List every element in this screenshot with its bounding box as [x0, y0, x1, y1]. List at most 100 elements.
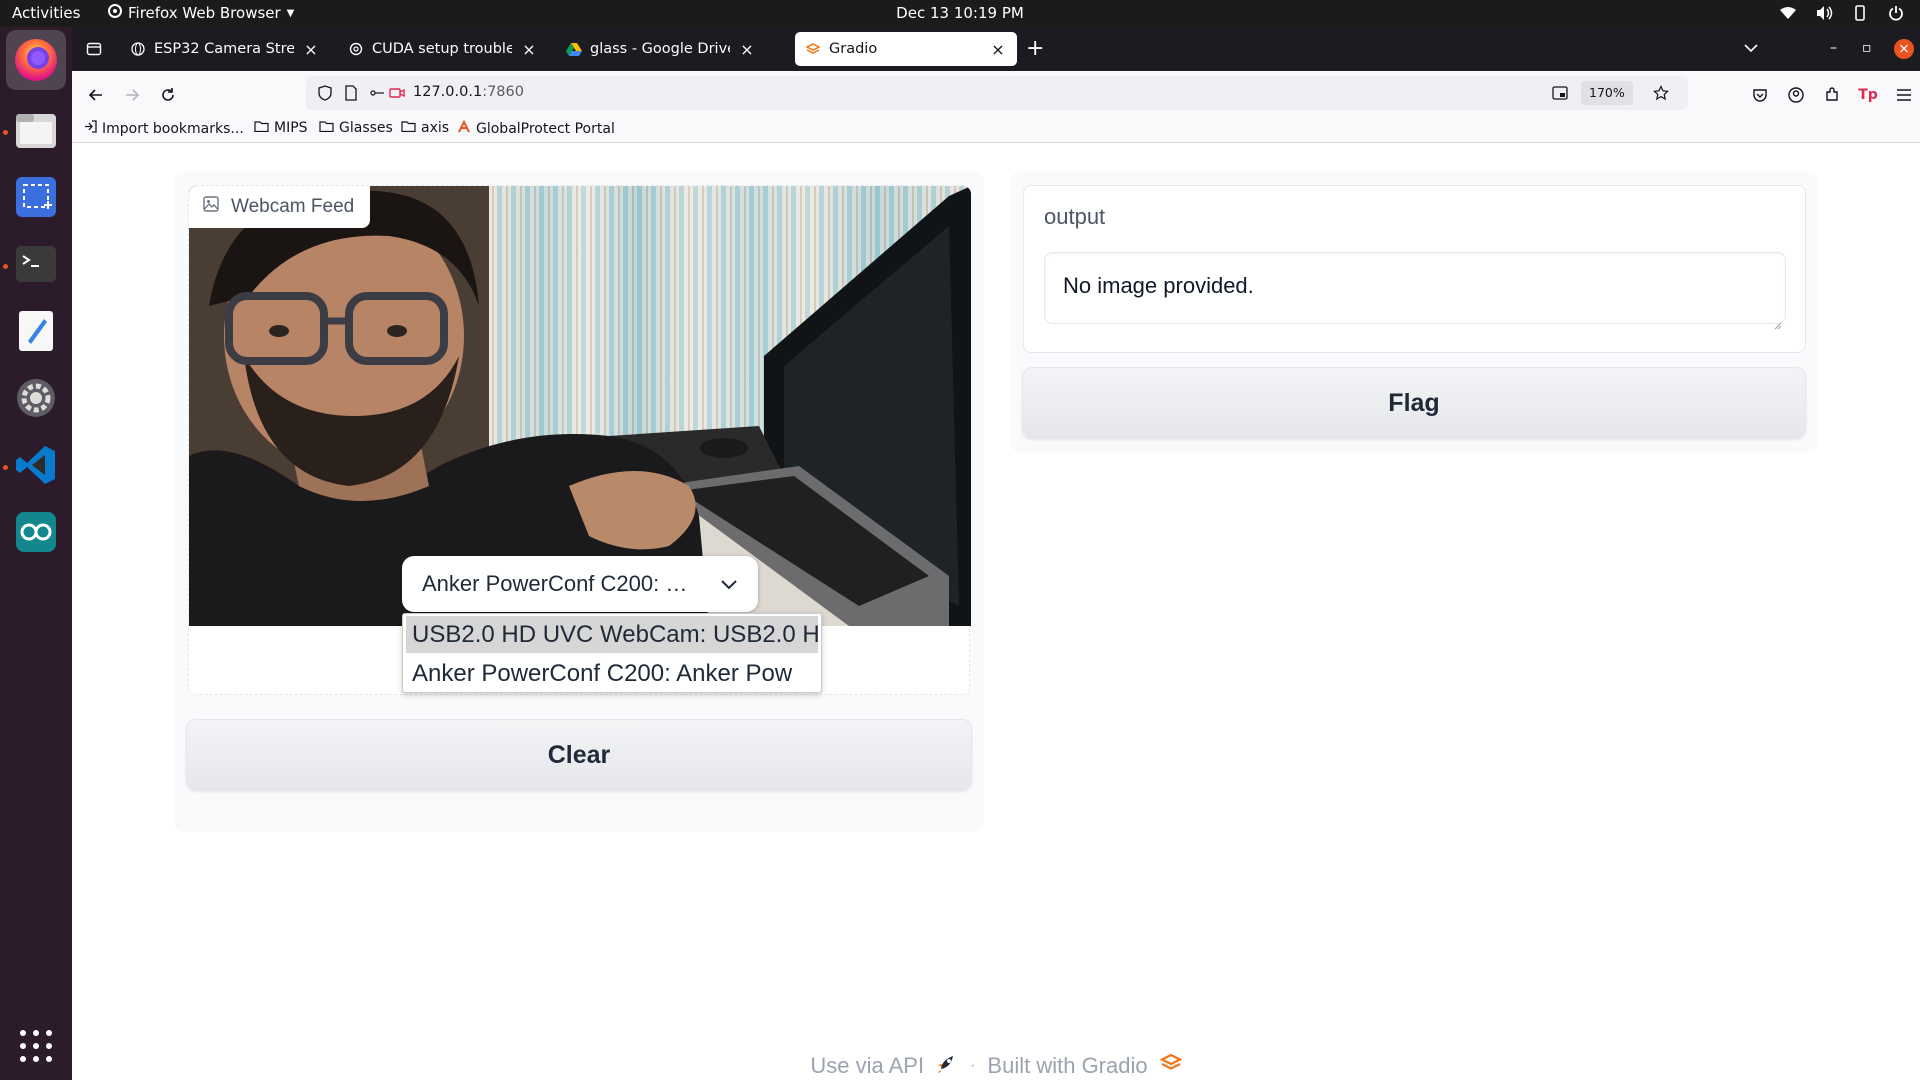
- folder-icon: [254, 120, 269, 136]
- firefox-view-icon[interactable]: [82, 37, 106, 61]
- minimize-icon[interactable]: –: [1830, 40, 1837, 56]
- use-via-api-link[interactable]: Use via API: [810, 1053, 924, 1079]
- chevron-down-icon: ▼: [286, 7, 295, 19]
- text-editor-icon: [19, 311, 53, 351]
- extensions-icon[interactable]: [1820, 83, 1844, 107]
- app-grid-icon[interactable]: [20, 1030, 52, 1062]
- wifi-icon: [1778, 3, 1798, 23]
- gradio-icon: [805, 41, 821, 57]
- dock-vscode[interactable]: [6, 435, 66, 495]
- address-bar[interactable]: 127.0.0.1:7860 170%: [306, 76, 1688, 110]
- tab-esp32[interactable]: ESP32 Camera Stream S ×: [120, 32, 330, 66]
- page-icon[interactable]: [342, 84, 360, 102]
- reload-icon[interactable]: [156, 83, 180, 107]
- dock-settings[interactable]: [6, 368, 66, 428]
- bookmark-folder-axis[interactable]: axis: [401, 120, 449, 136]
- app-menu-label: Firefox Web Browser: [128, 4, 281, 22]
- output-textbox[interactable]: No image provided.: [1044, 252, 1786, 330]
- device-option[interactable]: Anker PowerConf C200: Anker Pow: [406, 655, 818, 692]
- shield-icon[interactable]: [316, 84, 334, 102]
- close-icon[interactable]: ×: [520, 40, 538, 59]
- restore-icon[interactable]: ▫: [1862, 40, 1872, 56]
- permissions-icon[interactable]: [368, 84, 386, 102]
- bookmark-globalprotect[interactable]: GlobalProtect Portal: [457, 119, 615, 138]
- pocket-icon[interactable]: [1748, 83, 1772, 107]
- forward-icon[interactable]: [120, 83, 144, 107]
- output-value: No image provided.: [1063, 273, 1254, 298]
- tab-gradio[interactable]: Gradio ×: [795, 32, 1017, 66]
- camera-sharing-icon[interactable]: [388, 84, 406, 102]
- import-icon: [84, 120, 97, 137]
- selected-device: Anker PowerConf C200: …: [422, 571, 688, 596]
- output-panel: output No image provided. Flag: [1010, 172, 1818, 452]
- account-icon[interactable]: [1784, 83, 1808, 107]
- dock-terminal[interactable]: [6, 234, 66, 294]
- webcam-image-component: Webcam Feed Anker PowerConf C200: … USB2…: [188, 185, 971, 695]
- rocket-icon: [936, 1052, 958, 1080]
- gradio-page: Webcam Feed Anker PowerConf C200: … USB2…: [72, 144, 1920, 1080]
- system-tray[interactable]: [1778, 3, 1906, 23]
- google-drive-icon: [566, 41, 582, 57]
- dock-files[interactable]: [6, 100, 66, 160]
- system-top-bar: Activities Firefox Web Browser ▼ Dec 13 …: [0, 0, 1920, 27]
- screenshot-icon: [16, 177, 56, 217]
- vscode-icon: [16, 446, 55, 484]
- activities-button[interactable]: Activities: [12, 4, 80, 22]
- resize-handle-icon[interactable]: [1772, 310, 1782, 330]
- running-indicator: [3, 465, 8, 470]
- dock: [0, 27, 72, 1080]
- new-tab-icon[interactable]: +: [1026, 36, 1044, 61]
- tab-google-drive[interactable]: glass - Google Drive ×: [556, 32, 766, 66]
- back-icon[interactable]: [84, 83, 108, 107]
- bookmark-import[interactable]: Import bookmarks...: [84, 120, 244, 137]
- star-icon[interactable]: [1652, 84, 1670, 102]
- firefox-icon: [15, 39, 57, 81]
- url-text: 127.0.0.1:7860: [413, 84, 524, 100]
- output-label: output: [1044, 204, 1106, 229]
- camera-device-select[interactable]: Anker PowerConf C200: …: [402, 556, 758, 612]
- chevron-down-icon[interactable]: [1744, 38, 1758, 57]
- dock-screenshot[interactable]: [6, 167, 66, 227]
- built-with-gradio-link[interactable]: Built with Gradio: [987, 1053, 1147, 1079]
- dock-text-editor[interactable]: [6, 301, 66, 361]
- folder-icon: [319, 120, 334, 136]
- tab-cuda[interactable]: CUDA setup troubleshoo ×: [338, 32, 548, 66]
- tab-title: glass - Google Drive: [590, 41, 730, 57]
- dock-firefox[interactable]: [6, 30, 66, 90]
- menu-icon[interactable]: [1892, 83, 1916, 107]
- flag-button[interactable]: Flag: [1022, 367, 1806, 439]
- bookmark-folder-mips[interactable]: MIPS: [254, 120, 308, 136]
- firefox-window: ESP32 Camera Stream S × CUDA setup troub…: [72, 27, 1920, 1080]
- tab-strip: ESP32 Camera Stream S × CUDA setup troub…: [72, 27, 1920, 71]
- firefox-small-icon: [108, 4, 122, 22]
- running-indicator: [3, 264, 8, 269]
- dock-arduino[interactable]: [6, 502, 66, 562]
- close-icon[interactable]: ×: [738, 40, 756, 59]
- device-options-list: USB2.0 HD UVC WebCam: USB2.0 HD Anker Po…: [402, 613, 822, 693]
- footer: Use via API · Built with Gradio: [72, 1052, 1920, 1080]
- close-window-icon[interactable]: ×: [1894, 39, 1914, 59]
- clock[interactable]: Dec 13 10:19 PM: [896, 4, 1024, 22]
- footer-separator: ·: [970, 1057, 976, 1074]
- volume-icon: [1814, 3, 1834, 23]
- device-option[interactable]: USB2.0 HD UVC WebCam: USB2.0 HD: [406, 616, 818, 653]
- globe-icon: [130, 41, 146, 57]
- extension-tp-icon[interactable]: Tp: [1856, 83, 1880, 107]
- tab-title: ESP32 Camera Stream S: [154, 41, 294, 57]
- rotation-lock-icon: [1850, 3, 1870, 23]
- app-menu[interactable]: Firefox Web Browser ▼: [108, 4, 294, 22]
- component-label: Webcam Feed: [189, 186, 371, 228]
- tab-title: CUDA setup troubleshoo: [372, 41, 512, 57]
- clear-button[interactable]: Clear: [186, 719, 972, 791]
- folder-icon: [401, 120, 416, 136]
- zoom-level[interactable]: 170%: [1581, 81, 1633, 105]
- arduino-icon: [16, 512, 56, 552]
- close-icon[interactable]: ×: [989, 40, 1007, 59]
- input-panel: Webcam Feed Anker PowerConf C200: … USB2…: [174, 172, 984, 832]
- reader-view-icon[interactable]: [1551, 84, 1569, 102]
- settings-icon: [17, 379, 55, 417]
- close-icon[interactable]: ×: [302, 40, 320, 59]
- output-textbox-component: output No image provided.: [1023, 185, 1806, 353]
- gradio-logo-icon: [1159, 1053, 1183, 1079]
- bookmark-folder-glasses[interactable]: Glasses: [319, 120, 393, 136]
